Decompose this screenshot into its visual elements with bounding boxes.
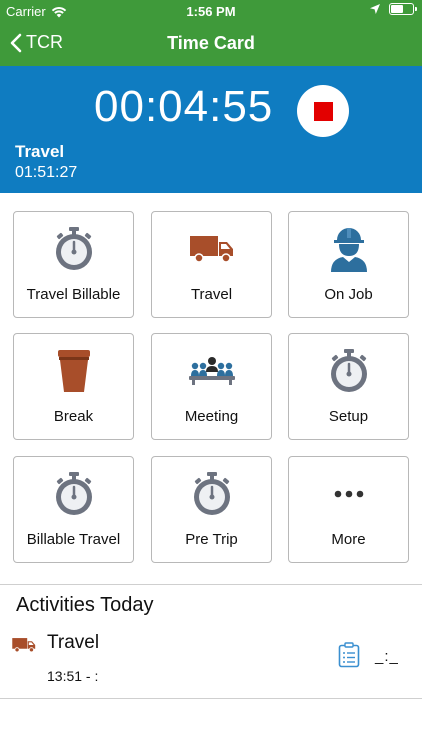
tile-pre-trip[interactable]: Pre Trip [151,456,272,563]
clipboard-icon[interactable] [338,642,360,668]
tile-label: Travel Billable [26,286,121,303]
activity-times: 13:51 - : [47,668,99,684]
section-divider [0,584,422,585]
tile-label: More [331,531,366,548]
tile-break[interactable]: Break [13,333,134,440]
tile-more[interactable]: More [288,456,409,563]
stopwatch-icon [14,471,133,517]
tile-label: Break [53,408,94,425]
meeting-people-icon [152,348,271,394]
list-item[interactable]: Travel 13:51 - : _:_ [0,622,422,698]
truck-icon [12,638,36,653]
stop-button[interactable] [297,85,349,137]
worker-hardhat-icon [289,226,408,272]
tile-meeting[interactable]: Meeting [151,333,272,440]
nav-bar: TCR Time Card [0,22,422,66]
activities-section-title: Activities Today [16,594,154,616]
tile-label: Pre Trip [185,531,238,548]
page-title: Time Card [167,33,255,53]
more-dots-icon [289,471,408,517]
coffee-cup-icon [14,348,133,394]
stopwatch-icon [152,471,271,517]
tile-travel-billable[interactable]: Travel Billable [13,211,134,318]
status-right [369,3,417,15]
location-arrow-icon [370,4,380,14]
current-activity-elapsed: 01:51:27 [15,164,78,181]
tile-label: Travel [190,286,233,303]
stopwatch-icon [289,348,408,394]
tile-label: Billable Travel [26,531,121,548]
stop-icon [313,101,333,121]
truck-icon [152,226,271,272]
status-time: 1:56 PM [186,4,236,19]
battery-icon [389,3,417,15]
tile-on-job[interactable]: On Job [288,211,409,318]
tile-label: Meeting [184,408,239,425]
timer-panel: 00:04:55 Travel 01:51:27 [0,66,422,193]
tile-billable-travel[interactable]: Billable Travel [13,456,134,563]
activity-duration: _:_ [375,648,399,665]
stopwatch-icon [14,226,133,272]
status-bar: Carrier 1:56 PM [0,0,422,22]
tile-setup[interactable]: Setup [288,333,409,440]
tile-travel[interactable]: Travel [151,211,272,318]
tile-label: Setup [328,408,369,425]
top-bar: Carrier 1:56 PM TCR Time Card [0,0,422,66]
activity-name: Travel [47,632,100,653]
tile-label: On Job [324,286,373,303]
timer-clock: 00:04:55 [94,82,274,131]
current-activity-label: Travel [15,142,65,161]
list-divider [0,698,422,699]
